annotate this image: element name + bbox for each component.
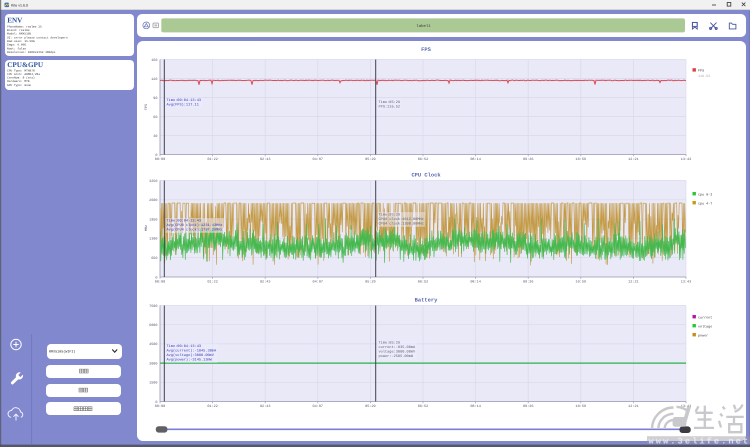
svg-text:01:22: 01:22 bbox=[207, 404, 218, 409]
svg-text:6000: 6000 bbox=[149, 323, 157, 328]
svg-text:10:59: 10:59 bbox=[576, 404, 587, 409]
svg-text:Avg(CPU0 clock):1231.43MHz: Avg(CPU0 clock):1231.43MHz bbox=[167, 223, 223, 228]
svg-text:12:21: 12:21 bbox=[628, 157, 639, 162]
svg-text:FPS: FPS bbox=[698, 69, 704, 74]
svg-text:Root: false: Root: false bbox=[7, 46, 26, 50]
svg-text:Imgs: 6.06G: Imgs: 6.06G bbox=[7, 44, 26, 47]
svg-text:04:07: 04:07 bbox=[313, 157, 324, 162]
svg-text:09:36: 09:36 bbox=[523, 280, 534, 285]
svg-text:FPS: FPS bbox=[144, 104, 149, 110]
svg-text:Avg(FPS):117.11: Avg(FPS):117.11 bbox=[167, 103, 199, 108]
svg-text:13:43: 13:43 bbox=[681, 280, 692, 285]
svg-text:08:14: 08:14 bbox=[470, 157, 481, 162]
svg-text:90: 90 bbox=[153, 96, 157, 101]
svg-text:FPS:116.52: FPS:116.52 bbox=[379, 105, 401, 110]
svg-text:Time:05:29: Time:05:29 bbox=[379, 341, 401, 346]
svg-text:12:21: 12:21 bbox=[628, 280, 639, 285]
svg-text:150: 150 bbox=[151, 58, 157, 63]
svg-text:13:43: 13:43 bbox=[681, 157, 692, 162]
svg-text:01:22: 01:22 bbox=[207, 157, 218, 162]
svg-text:UI: error please contact devel: UI: error please contact developers bbox=[7, 35, 68, 39]
svg-text:02:43: 02:43 bbox=[260, 280, 271, 285]
svg-text:06:52: 06:52 bbox=[418, 404, 429, 409]
svg-text:www.3elife.net: www.3elife.net bbox=[649, 437, 750, 447]
svg-text:ENV: ENV bbox=[7, 17, 23, 25]
svg-text:Time:05:29: Time:05:29 bbox=[379, 213, 401, 218]
svg-text:0: 0 bbox=[155, 400, 157, 405]
svg-text:Kite v1.6.0: Kite v1.6.0 bbox=[11, 4, 28, 8]
svg-text:12:21: 12:21 bbox=[628, 404, 639, 409]
svg-text:Time:00:04-13:43: Time:00:04-13:43 bbox=[167, 98, 202, 103]
svg-text:05:29: 05:29 bbox=[365, 157, 376, 162]
svg-text:02:43: 02:43 bbox=[260, 404, 271, 409]
svg-text:05:29: 05:29 bbox=[365, 404, 376, 409]
svg-text:01:22: 01:22 bbox=[207, 280, 218, 285]
svg-text:10:59: 10:59 bbox=[576, 157, 587, 162]
svg-text:MHz: MHz bbox=[144, 225, 149, 231]
svg-text:06:52: 06:52 bbox=[418, 157, 429, 162]
svg-text:1300: 1300 bbox=[149, 237, 157, 242]
svg-text:04:07: 04:07 bbox=[313, 404, 324, 409]
svg-text:1950: 1950 bbox=[149, 217, 157, 222]
svg-text:00:00: 00:00 bbox=[155, 157, 166, 162]
svg-text:05:29: 05:29 bbox=[365, 280, 376, 285]
svg-text:4500: 4500 bbox=[149, 342, 157, 347]
svg-text:1500: 1500 bbox=[149, 381, 157, 386]
svg-text:09:36: 09:36 bbox=[523, 157, 534, 162]
svg-text:Ram size: 15.50G: Ram size: 15.50G bbox=[7, 39, 35, 43]
svg-text:GPU Type: mson: GPU Type: mson bbox=[7, 84, 32, 87]
svg-text:power: power bbox=[698, 334, 708, 338]
svg-text:7500: 7500 bbox=[149, 304, 157, 309]
svg-text:120: 120 bbox=[151, 77, 157, 82]
svg-text:voltage: voltage bbox=[698, 324, 712, 329]
svg-text:CPU Type: MT6878: CPU Type: MT6878 bbox=[7, 69, 35, 72]
svg-text:09:36: 09:36 bbox=[523, 404, 534, 409]
svg-text:CPU4 clock:1300.00MHz: CPU4 clock:1300.00MHz bbox=[379, 222, 424, 227]
svg-text:PhoneName: realme 15: PhoneName: realme 15 bbox=[7, 24, 42, 28]
svg-text:Resolution: 1080x2392 480dpi: Resolution: 1080x2392 480dpi bbox=[7, 50, 56, 54]
svg-text:00:00: 00:00 bbox=[155, 404, 166, 409]
svg-text:cpu 0-3: cpu 0-3 bbox=[698, 192, 712, 197]
svg-text:voltage:3000.00mV: voltage:3000.00mV bbox=[379, 350, 417, 355]
svg-text:00:00: 00:00 bbox=[155, 280, 166, 285]
svg-text:Model: RMX5105: Model: RMX5105 bbox=[7, 32, 32, 36]
svg-text:FPS: FPS bbox=[421, 47, 431, 53]
svg-text:02:43: 02:43 bbox=[260, 157, 271, 162]
svg-text:Brand: realme: Brand: realme bbox=[7, 28, 30, 32]
svg-text:CPU&GPU: CPU&GPU bbox=[7, 61, 44, 69]
svg-text:10:59: 10:59 bbox=[576, 280, 587, 285]
svg-text:60: 60 bbox=[153, 115, 157, 120]
svg-text:current: current bbox=[698, 315, 712, 320]
svg-text:650: 650 bbox=[151, 256, 157, 261]
svg-text:0: 0 bbox=[155, 153, 157, 158]
svg-text:3250: 3250 bbox=[149, 179, 157, 184]
svg-text:CPU Clock: CPU Clock bbox=[411, 172, 441, 178]
svg-text:08:14: 08:14 bbox=[470, 404, 481, 409]
svg-text:Battery: Battery bbox=[415, 298, 438, 304]
svg-text:RMX5105(WIFI): RMX5105(WIFI) bbox=[49, 350, 75, 355]
svg-text:CoreNum: 8 (era): CoreNum: 8 (era) bbox=[7, 76, 35, 80]
svg-text:08:14: 08:14 bbox=[470, 280, 481, 285]
svg-text:Hardware: MTK: Hardware: MTK bbox=[7, 79, 30, 83]
svg-text:116.52: 116.52 bbox=[698, 74, 710, 79]
svg-text:Avg(current):-1045.38mA: Avg(current):-1045.38mA bbox=[167, 349, 217, 354]
svg-text:Avg(power):-3145.13mW: Avg(power):-3145.13mW bbox=[167, 358, 213, 363]
svg-text:06:52: 06:52 bbox=[418, 280, 429, 285]
svg-text:0: 0 bbox=[155, 275, 157, 280]
svg-text:Time:00:04-13:43: Time:00:04-13:43 bbox=[167, 344, 202, 349]
svg-text:CPU Arch: ARM64,V8a: CPU Arch: ARM64,V8a bbox=[7, 72, 40, 76]
svg-text:3000: 3000 bbox=[149, 361, 157, 366]
svg-text:current:-835.00mA: current:-835.00mA bbox=[379, 345, 417, 350]
svg-text:04:07: 04:07 bbox=[313, 280, 324, 285]
svg-text:Time:00:04-13:43: Time:00:04-13:43 bbox=[167, 219, 202, 224]
svg-text:CPU0 clock:1612.00MHz: CPU0 clock:1612.00MHz bbox=[379, 217, 424, 222]
svg-text:Avg(voltage):3000.00mV: Avg(voltage):3000.00mV bbox=[167, 353, 215, 358]
svg-text:Avg(CPU4 clock):1797.29MHz: Avg(CPU4 clock):1797.29MHz bbox=[167, 228, 223, 233]
svg-text:cpu 4-7: cpu 4-7 bbox=[698, 201, 712, 206]
svg-text:Time:05:29: Time:05:29 bbox=[379, 100, 401, 105]
svg-text:2600: 2600 bbox=[149, 198, 157, 203]
svg-text:label1: label1 bbox=[416, 24, 431, 29]
svg-text:30: 30 bbox=[153, 134, 157, 139]
svg-text:power:-2505.00mW: power:-2505.00mW bbox=[379, 354, 414, 359]
